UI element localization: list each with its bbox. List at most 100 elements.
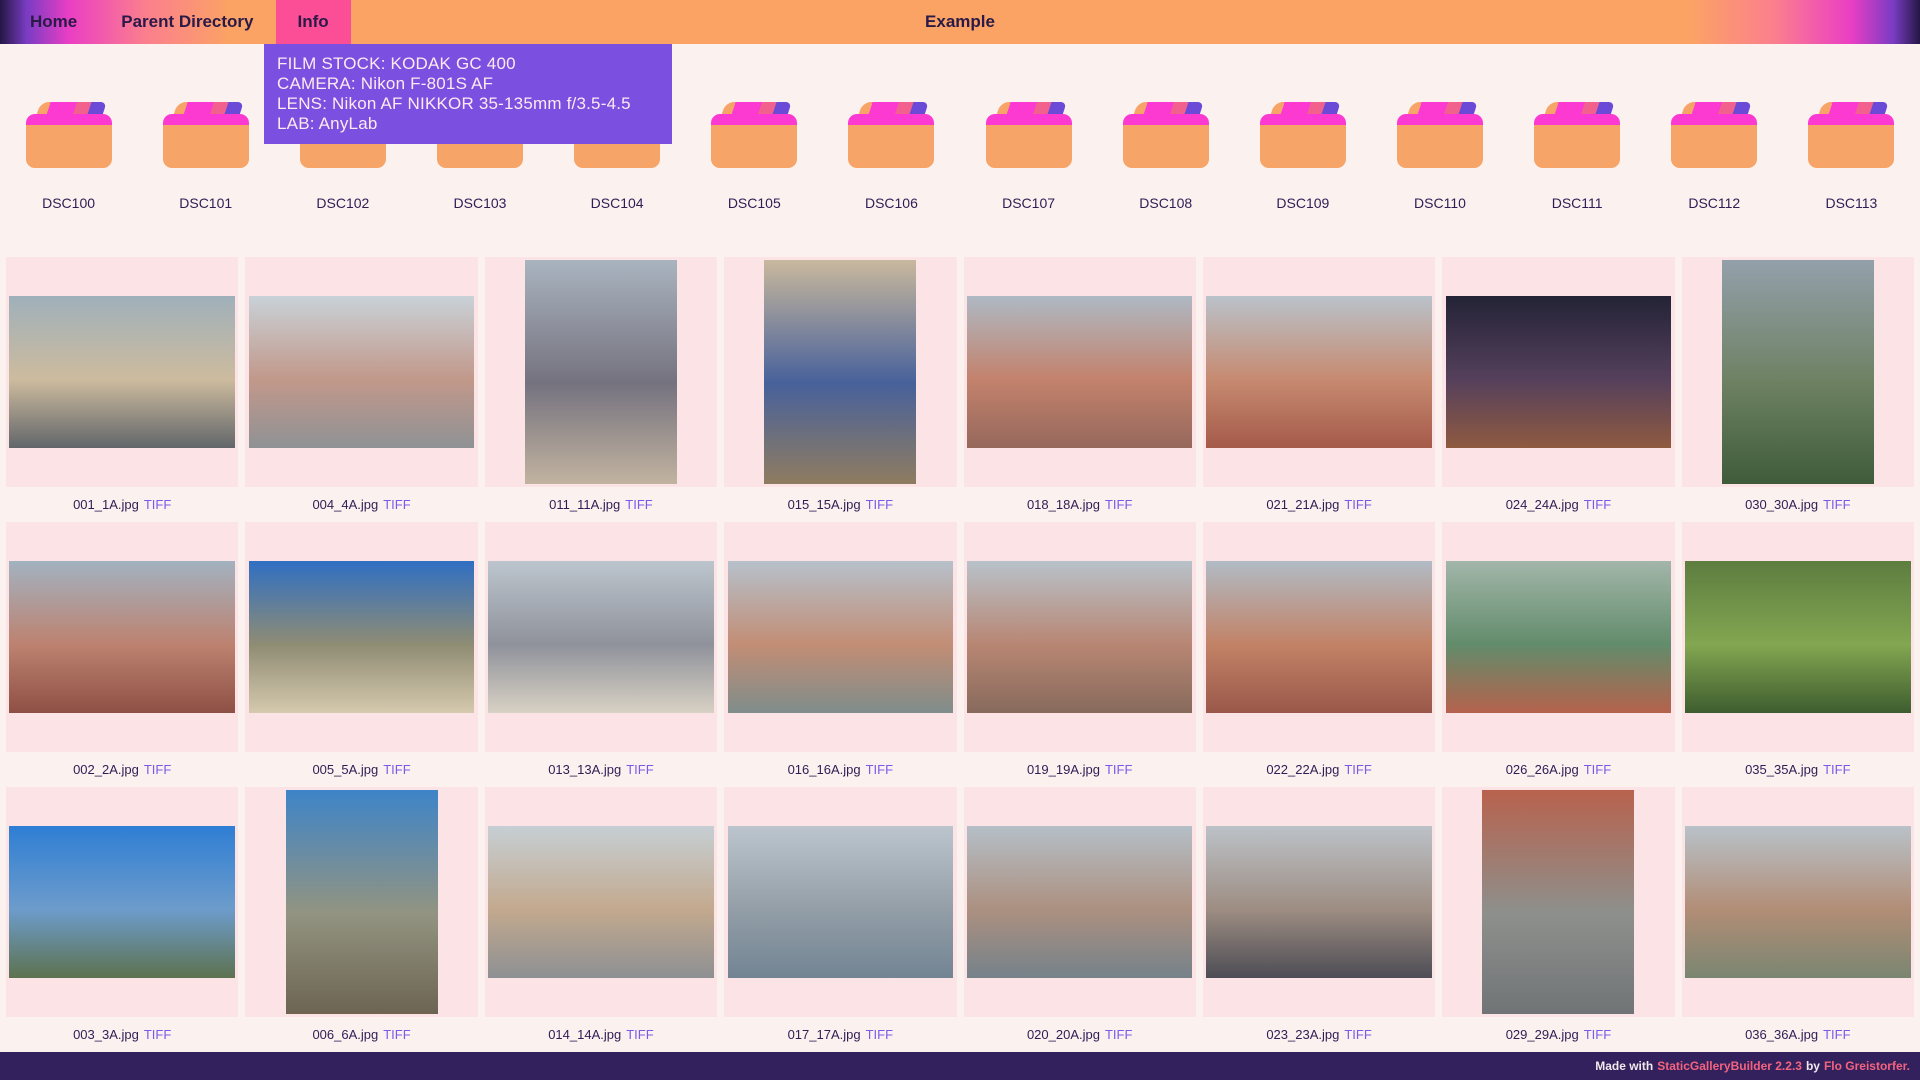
photo-filename-link[interactable]: 036_36A.jpg (1745, 1027, 1818, 1042)
photo-thumbnail[interactable] (6, 787, 238, 1017)
photo-filename-link[interactable]: 014_14A.jpg (548, 1027, 621, 1042)
photo-filename-link[interactable]: 023_23A.jpg (1266, 1027, 1339, 1042)
photo-tiff-link[interactable]: TIFF (1105, 497, 1132, 512)
photo-thumbnail[interactable] (964, 257, 1196, 487)
photo-thumbnail[interactable] (1682, 522, 1914, 752)
photo-thumbnail[interactable] (1203, 522, 1435, 752)
photo-filename-link[interactable]: 005_5A.jpg (312, 762, 378, 777)
photo-thumbnail[interactable] (724, 522, 956, 752)
folder-item[interactable]: DSC107 (960, 102, 1097, 255)
photo-thumbnail[interactable] (245, 522, 477, 752)
folder-icon (1397, 102, 1483, 168)
photo-filename-link[interactable]: 017_17A.jpg (788, 1027, 861, 1042)
photo-filename-link[interactable]: 002_2A.jpg (73, 762, 139, 777)
photo-tiff-link[interactable]: TIFF (626, 762, 653, 777)
photo-image (967, 296, 1192, 448)
photo-thumbnail[interactable] (724, 787, 956, 1017)
photo-caption: 002_2A.jpg TIFF (6, 752, 238, 787)
photo-filename-link[interactable]: 013_13A.jpg (548, 762, 621, 777)
photo-tiff-link[interactable]: TIFF (383, 1027, 410, 1042)
photo-tiff-link[interactable]: TIFF (866, 1027, 893, 1042)
photo-tiff-link[interactable]: TIFF (866, 762, 893, 777)
photo-tiff-link[interactable]: TIFF (1823, 762, 1850, 777)
folder-icon-front (1123, 114, 1209, 168)
photo-thumbnail[interactable] (6, 522, 238, 752)
photo-tiff-link[interactable]: TIFF (1105, 762, 1132, 777)
photo-tiff-link[interactable]: TIFF (144, 1027, 171, 1042)
gallery-grid: 001_1A.jpg TIFF 004_4A.jpg TIFF 011_11A.… (0, 255, 1920, 1052)
photo-tiff-link[interactable]: TIFF (626, 1027, 653, 1042)
photo-image (1206, 296, 1431, 448)
photo-tiff-link[interactable]: TIFF (1105, 1027, 1132, 1042)
photo-tiff-link[interactable]: TIFF (625, 497, 652, 512)
photo-tiff-link[interactable]: TIFF (1823, 1027, 1850, 1042)
photo-thumbnail[interactable] (1203, 257, 1435, 487)
folder-item[interactable]: DSC101 (137, 102, 274, 255)
photo-filename-link[interactable]: 016_16A.jpg (788, 762, 861, 777)
photo-image (967, 561, 1192, 713)
nav-item-info[interactable]: Info (276, 0, 351, 44)
nav-item-parent-directory[interactable]: Parent Directory (99, 0, 275, 44)
photo-thumbnail[interactable] (245, 257, 477, 487)
photo-tiff-link[interactable]: TIFF (383, 497, 410, 512)
folder-item[interactable]: DSC110 (1371, 102, 1508, 255)
footer-builder-link[interactable]: StaticGalleryBuilder 2.2.3 (1657, 1059, 1802, 1073)
photo-tiff-link[interactable]: TIFF (1344, 762, 1371, 777)
photo-filename-link[interactable]: 001_1A.jpg (73, 497, 139, 512)
photo-filename-link[interactable]: 035_35A.jpg (1745, 762, 1818, 777)
photo-filename-link[interactable]: 020_20A.jpg (1027, 1027, 1100, 1042)
photo-tiff-link[interactable]: TIFF (383, 762, 410, 777)
photo-filename-link[interactable]: 024_24A.jpg (1506, 497, 1579, 512)
photo-filename-link[interactable]: 006_6A.jpg (312, 1027, 378, 1042)
nav-item-label: Info (298, 12, 329, 32)
folder-item[interactable]: DSC100 (0, 102, 137, 255)
nav-item-home[interactable]: Home (8, 0, 99, 44)
photo-filename-link[interactable]: 004_4A.jpg (312, 497, 378, 512)
photo-tiff-link[interactable]: TIFF (1823, 497, 1850, 512)
photo-thumbnail[interactable] (1682, 257, 1914, 487)
photo-filename-link[interactable]: 011_11A.jpg (549, 497, 620, 512)
photo-tiff-link[interactable]: TIFF (1344, 1027, 1371, 1042)
folder-item[interactable]: DSC112 (1646, 102, 1783, 255)
folder-item[interactable]: DSC106 (823, 102, 960, 255)
photo-thumbnail[interactable] (1442, 522, 1674, 752)
photo-tiff-link[interactable]: TIFF (866, 497, 893, 512)
photo-thumbnail[interactable] (485, 257, 717, 487)
photo-image (1722, 260, 1874, 484)
photo-filename-link[interactable]: 003_3A.jpg (73, 1027, 139, 1042)
photo-thumbnail[interactable] (485, 787, 717, 1017)
folder-icon (1123, 102, 1209, 168)
photo-thumbnail[interactable] (964, 522, 1196, 752)
photo-thumbnail[interactable] (1682, 787, 1914, 1017)
photo-image (1206, 561, 1431, 713)
photo-thumbnail[interactable] (724, 257, 956, 487)
photo-filename-link[interactable]: 019_19A.jpg (1027, 762, 1100, 777)
photo-filename-link[interactable]: 026_26A.jpg (1506, 762, 1579, 777)
photo-thumbnail[interactable] (245, 787, 477, 1017)
photo-filename-link[interactable]: 030_30A.jpg (1745, 497, 1818, 512)
photo-tiff-link[interactable]: TIFF (1584, 1027, 1611, 1042)
photo-thumbnail[interactable] (964, 787, 1196, 1017)
photo-thumbnail[interactable] (1442, 257, 1674, 487)
photo-filename-link[interactable]: 029_29A.jpg (1506, 1027, 1579, 1042)
photo-tiff-link[interactable]: TIFF (1584, 497, 1611, 512)
folder-item[interactable]: DSC108 (1097, 102, 1234, 255)
photo-thumbnail[interactable] (6, 257, 238, 487)
gallery-item: 035_35A.jpg TIFF (1682, 522, 1914, 787)
folder-item[interactable]: DSC105 (686, 102, 823, 255)
folder-item[interactable]: DSC113 (1783, 102, 1920, 255)
photo-filename-link[interactable]: 018_18A.jpg (1027, 497, 1100, 512)
photo-filename-link[interactable]: 022_22A.jpg (1266, 762, 1339, 777)
photo-tiff-link[interactable]: TIFF (144, 497, 171, 512)
photo-tiff-link[interactable]: TIFF (144, 762, 171, 777)
footer-author-link[interactable]: Flo Greistorfer. (1824, 1059, 1910, 1073)
photo-thumbnail[interactable] (485, 522, 717, 752)
folder-item[interactable]: DSC111 (1509, 102, 1646, 255)
photo-thumbnail[interactable] (1442, 787, 1674, 1017)
photo-filename-link[interactable]: 015_15A.jpg (788, 497, 861, 512)
photo-thumbnail[interactable] (1203, 787, 1435, 1017)
photo-tiff-link[interactable]: TIFF (1584, 762, 1611, 777)
photo-tiff-link[interactable]: TIFF (1344, 497, 1371, 512)
photo-filename-link[interactable]: 021_21A.jpg (1266, 497, 1339, 512)
folder-item[interactable]: DSC109 (1234, 102, 1371, 255)
